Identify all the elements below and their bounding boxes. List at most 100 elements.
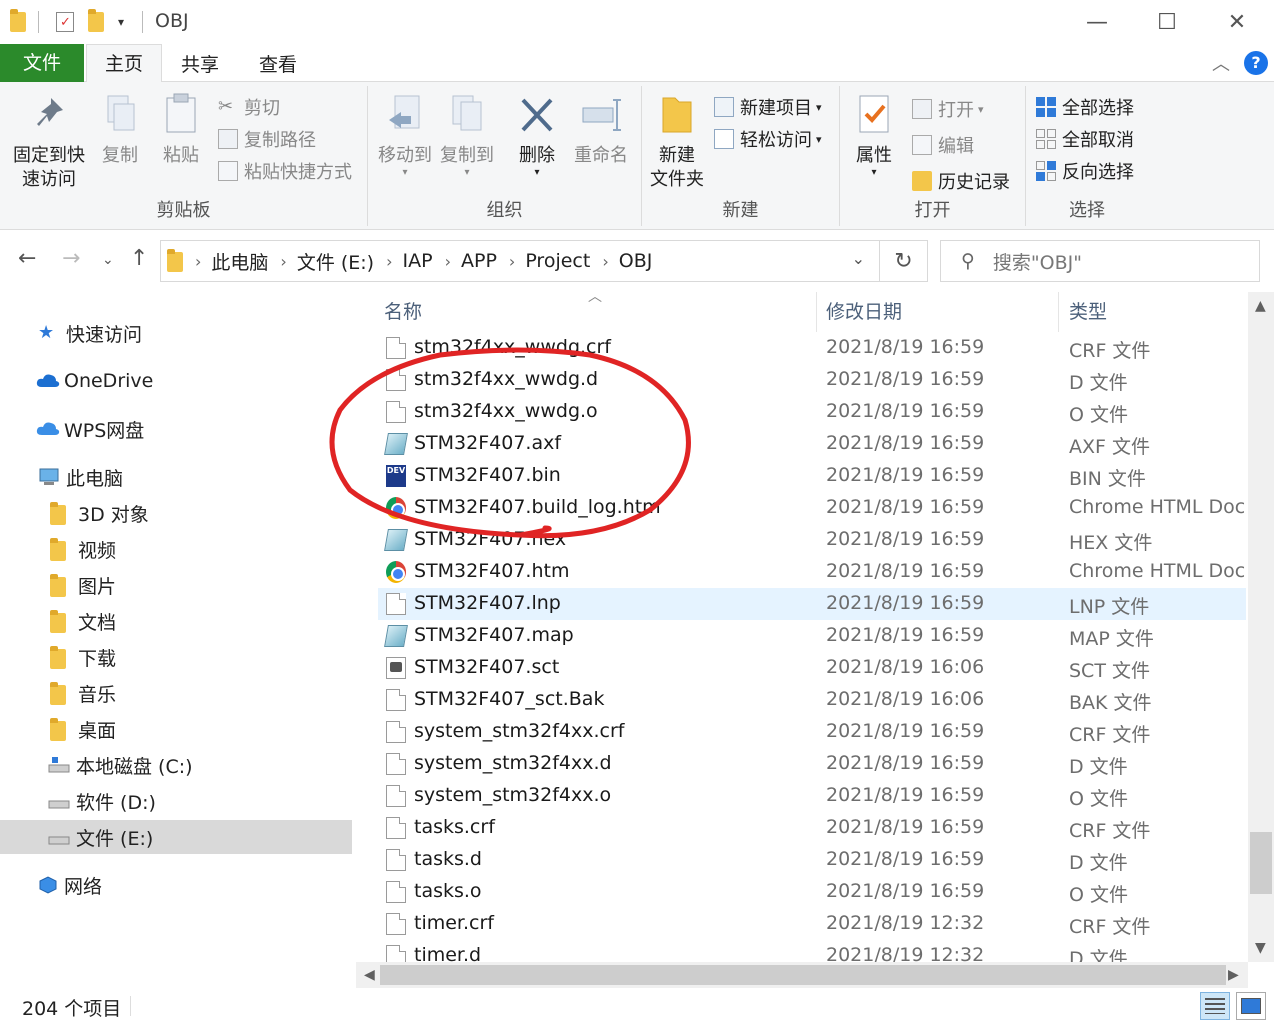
column-divider[interactable] <box>1058 292 1059 332</box>
open-button[interactable]: 打开 ▾ <box>912 94 984 124</box>
search-box[interactable]: ⚲ 搜索"OBJ" <box>940 240 1260 282</box>
tab-share[interactable]: 共享 <box>168 48 232 82</box>
file-row[interactable]: STM32F407.lnp 2021/8/19 16:59 LNP 文件 <box>378 588 1246 620</box>
copy-path-button[interactable]: 复制路径 <box>218 124 316 154</box>
back-arrow-icon[interactable]: ← <box>18 246 36 271</box>
file-row[interactable]: STM32F407.sct 2021/8/19 16:06 SCT 文件 <box>378 652 1246 684</box>
nav-item-quick-access[interactable]: ★ 快速访问 <box>0 316 352 350</box>
copy-button[interactable]: 复制 <box>94 92 146 168</box>
nav-item-drive-e[interactable]: 文件 (E:) <box>0 820 352 854</box>
tab-view[interactable]: 查看 <box>246 48 310 82</box>
tab-file[interactable]: 文件 <box>0 44 84 82</box>
nav-item-documents[interactable]: 文档 <box>0 604 352 638</box>
column-header-type[interactable]: 类型 <box>1069 292 1107 332</box>
easy-access-button[interactable]: 轻松访问 ▾ <box>714 124 822 154</box>
select-none-button[interactable]: 全部取消 <box>1036 124 1134 154</box>
search-input[interactable]: 搜索"OBJ" <box>993 248 1082 275</box>
breadcrumb-iap[interactable]: IAP <box>403 250 433 272</box>
nav-item-3d-objects[interactable]: 3D 对象 <box>0 496 352 530</box>
help-icon[interactable]: ? <box>1244 51 1268 75</box>
nav-item-network[interactable]: 网络 <box>0 868 352 902</box>
rename-button[interactable]: 重命名 <box>570 92 632 168</box>
minimize-button[interactable]: — <box>1062 0 1132 44</box>
nav-item-downloads[interactable]: 下载 <box>0 640 352 674</box>
file-row[interactable]: stm32f4xx_wwdg.d 2021/8/19 16:59 D 文件 <box>378 364 1246 396</box>
scroll-left-arrow-icon[interactable]: ◀ <box>364 967 375 983</box>
select-all-button[interactable]: 全部选择 <box>1036 92 1134 122</box>
tab-home[interactable]: 主页 <box>86 44 162 82</box>
nav-item-videos[interactable]: 视频 <box>0 532 352 566</box>
scroll-right-arrow-icon[interactable]: ▶ <box>1228 967 1239 983</box>
chevron-right-icon[interactable]: › <box>509 252 515 271</box>
file-row[interactable]: DEV STM32F407.bin 2021/8/19 16:59 BIN 文件 <box>378 460 1246 492</box>
nav-item-onedrive[interactable]: OneDrive <box>0 364 352 398</box>
collapse-ribbon-icon[interactable]: ︿ <box>1212 50 1230 76</box>
horizontal-scrollbar[interactable]: ◀ ▶ <box>356 962 1248 988</box>
file-row[interactable]: STM32F407.axf 2021/8/19 16:59 AXF 文件 <box>378 428 1246 460</box>
nav-item-drive-c[interactable]: 本地磁盘 (C:) <box>0 748 352 782</box>
nav-item-wps-cloud[interactable]: WPS网盘 <box>0 412 352 446</box>
file-row[interactable]: stm32f4xx_wwdg.o 2021/8/19 16:59 O 文件 <box>378 396 1246 428</box>
file-row[interactable]: system_stm32f4xx.o 2021/8/19 16:59 O 文件 <box>378 780 1246 812</box>
chevron-right-icon[interactable]: › <box>386 252 392 271</box>
scroll-down-arrow-icon[interactable]: ▼ <box>1255 940 1266 956</box>
file-row[interactable]: tasks.crf 2021/8/19 16:59 CRF 文件 <box>378 812 1246 844</box>
up-arrow-icon[interactable]: ↑ <box>130 246 148 271</box>
close-button[interactable]: ✕ <box>1202 0 1272 44</box>
file-row[interactable]: STM32F407.build_log.htm 2021/8/19 16:59 Ch… <box>378 492 1247 524</box>
delete-button[interactable]: 删除 ▾ <box>510 92 564 178</box>
details-view-button[interactable] <box>1200 992 1230 1020</box>
new-folder-quick-icon[interactable] <box>88 8 104 36</box>
file-row[interactable]: timer.crf 2021/8/19 12:32 CRF 文件 <box>378 908 1246 940</box>
nav-item-desktop[interactable]: 桌面 <box>0 712 352 746</box>
breadcrumb-drive-e[interactable]: 文件 (E:) <box>297 248 374 275</box>
horizontal-scroll-thumb[interactable] <box>380 965 1226 985</box>
forward-arrow-icon[interactable]: → <box>62 246 80 271</box>
file-row[interactable]: tasks.o 2021/8/19 16:59 O 文件 <box>378 876 1246 908</box>
move-to-button[interactable]: 移动到 ▾ <box>374 92 436 178</box>
column-divider[interactable] <box>816 292 817 332</box>
scroll-up-arrow-icon[interactable]: ▲ <box>1255 298 1266 314</box>
chevron-right-icon[interactable]: › <box>280 252 286 271</box>
properties-quick-icon[interactable]: ✓ <box>56 8 74 36</box>
breadcrumb-this-pc[interactable]: 此电脑 <box>211 248 268 275</box>
properties-button[interactable]: 属性 ▾ <box>846 92 902 178</box>
cut-button[interactable]: ✂ 剪切 <box>218 92 280 122</box>
breadcrumb-app[interactable]: APP <box>461 250 497 272</box>
file-row[interactable]: STM32F407_sct.Bak 2021/8/19 16:06 BAK 文件 <box>378 684 1246 716</box>
vertical-scroll-thumb[interactable] <box>1250 832 1272 894</box>
edit-button[interactable]: 编辑 <box>912 130 974 160</box>
customize-quick-access-icon[interactable]: ▾ <box>118 8 124 36</box>
nav-item-pictures[interactable]: 图片 <box>0 568 352 602</box>
chevron-right-icon[interactable]: › <box>602 252 608 271</box>
nav-item-this-pc[interactable]: 此电脑 <box>0 460 352 494</box>
file-row[interactable]: stm32f4xx_wwdg.crf 2021/8/19 16:59 CRF 文件 <box>378 332 1246 364</box>
new-folder-button[interactable]: 新建 文件夹 <box>646 92 708 192</box>
chevron-right-icon[interactable]: › <box>195 252 201 271</box>
breadcrumb-obj[interactable]: OBJ <box>619 250 653 272</box>
large-icons-view-button[interactable] <box>1236 992 1266 1020</box>
file-row[interactable]: system_stm32f4xx.d 2021/8/19 16:59 D 文件 <box>378 748 1246 780</box>
paste-shortcut-button[interactable]: 粘贴快捷方式 <box>218 156 352 186</box>
breadcrumb-project[interactable]: Project <box>525 250 590 272</box>
nav-item-music[interactable]: 音乐 <box>0 676 352 710</box>
file-row[interactable]: STM32F407.htm 2021/8/19 16:59 Chrome HTML … <box>378 556 1247 588</box>
history-button[interactable]: 历史记录 <box>912 166 1010 196</box>
pin-to-quick-access-button[interactable]: 固定到快 速访问 <box>10 92 88 192</box>
paste-button[interactable]: 粘贴 <box>154 92 208 168</box>
file-row[interactable]: STM32F407.map 2021/8/19 16:59 MAP 文件 <box>378 620 1246 652</box>
column-header-date[interactable]: 修改日期 <box>826 292 902 332</box>
invert-selection-button[interactable]: 反向选择 <box>1036 156 1134 186</box>
maximize-button[interactable]: ☐ <box>1132 0 1202 44</box>
file-row[interactable]: system_stm32f4xx.crf 2021/8/19 16:59 CRF 文… <box>378 716 1246 748</box>
chevron-right-icon[interactable]: › <box>445 252 451 271</box>
copy-to-button[interactable]: 复制到 ▾ <box>436 92 498 178</box>
file-row[interactable]: STM32F407.hex 2021/8/19 16:59 HEX 文件 <box>378 524 1246 556</box>
new-item-button[interactable]: 新建项目 ▾ <box>714 92 822 122</box>
column-header-name[interactable]: 名称 <box>384 292 422 332</box>
file-row[interactable]: tasks.d 2021/8/19 16:59 D 文件 <box>378 844 1246 876</box>
address-bar[interactable]: › 此电脑 › 文件 (E:) › IAP › APP › Project › … <box>160 240 880 282</box>
file-row[interactable]: timer.d 2021/8/19 12:32 D 文件 <box>378 940 1246 962</box>
refresh-button[interactable]: ↻ <box>880 240 928 282</box>
vertical-scrollbar[interactable]: ▲ ▼ <box>1248 292 1274 962</box>
